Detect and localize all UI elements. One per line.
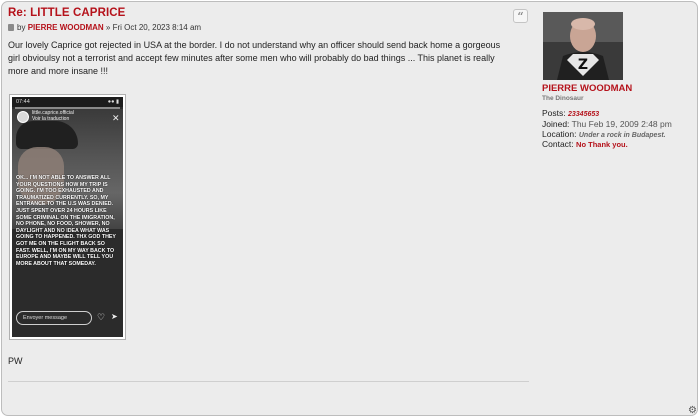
author-link[interactable]: PIERRE WOODMAN xyxy=(28,23,104,32)
post-content: Our lovely Caprice got rejected in USA a… xyxy=(8,40,501,76)
location-label: Location: xyxy=(542,129,577,139)
story-account: little.caprice.official Voir la traducti… xyxy=(32,110,74,122)
attached-image[interactable]: 07:44 ●● ▮ little.caprice.official Voir … xyxy=(9,94,126,340)
profile-location: Location: Under a rock in Budapest. xyxy=(542,129,666,139)
location-value: Under a rock in Budapest. xyxy=(578,132,666,139)
posts-label: Posts: xyxy=(542,108,566,118)
posts-value[interactable]: 23345653 xyxy=(568,111,599,118)
status-time: 07:44 xyxy=(16,99,30,105)
story-avatar xyxy=(17,111,29,123)
profile-name[interactable]: PIERRE WOODMAN xyxy=(542,83,632,94)
contact-label: Contact: xyxy=(542,139,574,149)
contact-value[interactable]: No Thank you. xyxy=(576,140,628,149)
quote-icon: “ xyxy=(517,10,524,23)
post-title[interactable]: Re: LITTLE CAPRICE xyxy=(8,7,125,19)
avatar[interactable]: Z xyxy=(543,12,623,80)
story-message-field: Envoyer message xyxy=(16,311,92,325)
signal-icon: ●● ▮ xyxy=(107,99,119,105)
post-panel: Re: LITTLE CAPRICE “ by PIERRE WOODMAN »… xyxy=(1,1,698,416)
post-divider xyxy=(8,381,529,382)
joined-value: Thu Feb 19, 2009 2:48 pm xyxy=(571,119,672,129)
cap-shape xyxy=(16,121,78,149)
post-icon[interactable] xyxy=(8,24,14,31)
status-bar: 07:44 ●● ▮ xyxy=(12,97,123,107)
send-icon: ➤ xyxy=(111,312,118,321)
joined-label: Joined: xyxy=(542,119,570,129)
post-date: » Fri Oct 20, 2023 8:14 am xyxy=(105,23,202,32)
post-meta: by PIERRE WOODMAN » Fri Oct 20, 2023 8:1… xyxy=(8,23,201,32)
by-label: by xyxy=(17,23,26,32)
quote-button[interactable]: “ xyxy=(513,9,528,23)
gear-icon[interactable]: ⚙ xyxy=(688,406,697,416)
story-translation: Voir la traduction xyxy=(32,116,70,122)
svg-text:Z: Z xyxy=(578,57,588,73)
story-screenshot: 07:44 ●● ▮ little.caprice.official Voir … xyxy=(12,97,123,337)
avatar-image: Z xyxy=(543,12,623,80)
heart-icon: ♡ xyxy=(97,312,106,322)
close-icon: ✕ xyxy=(112,113,120,123)
signature: PW xyxy=(8,356,23,366)
story-text: OK... I'M NOT ABLE TO ANSWER ALL YOUR QU… xyxy=(16,175,116,267)
profile-joined: Joined: Thu Feb 19, 2009 2:48 pm xyxy=(542,119,672,129)
profile-posts: Posts: 23345653 xyxy=(542,108,599,118)
profile-contact: Contact: No Thank you. xyxy=(542,139,628,149)
profile-rank: The Dinosaur xyxy=(542,95,584,102)
